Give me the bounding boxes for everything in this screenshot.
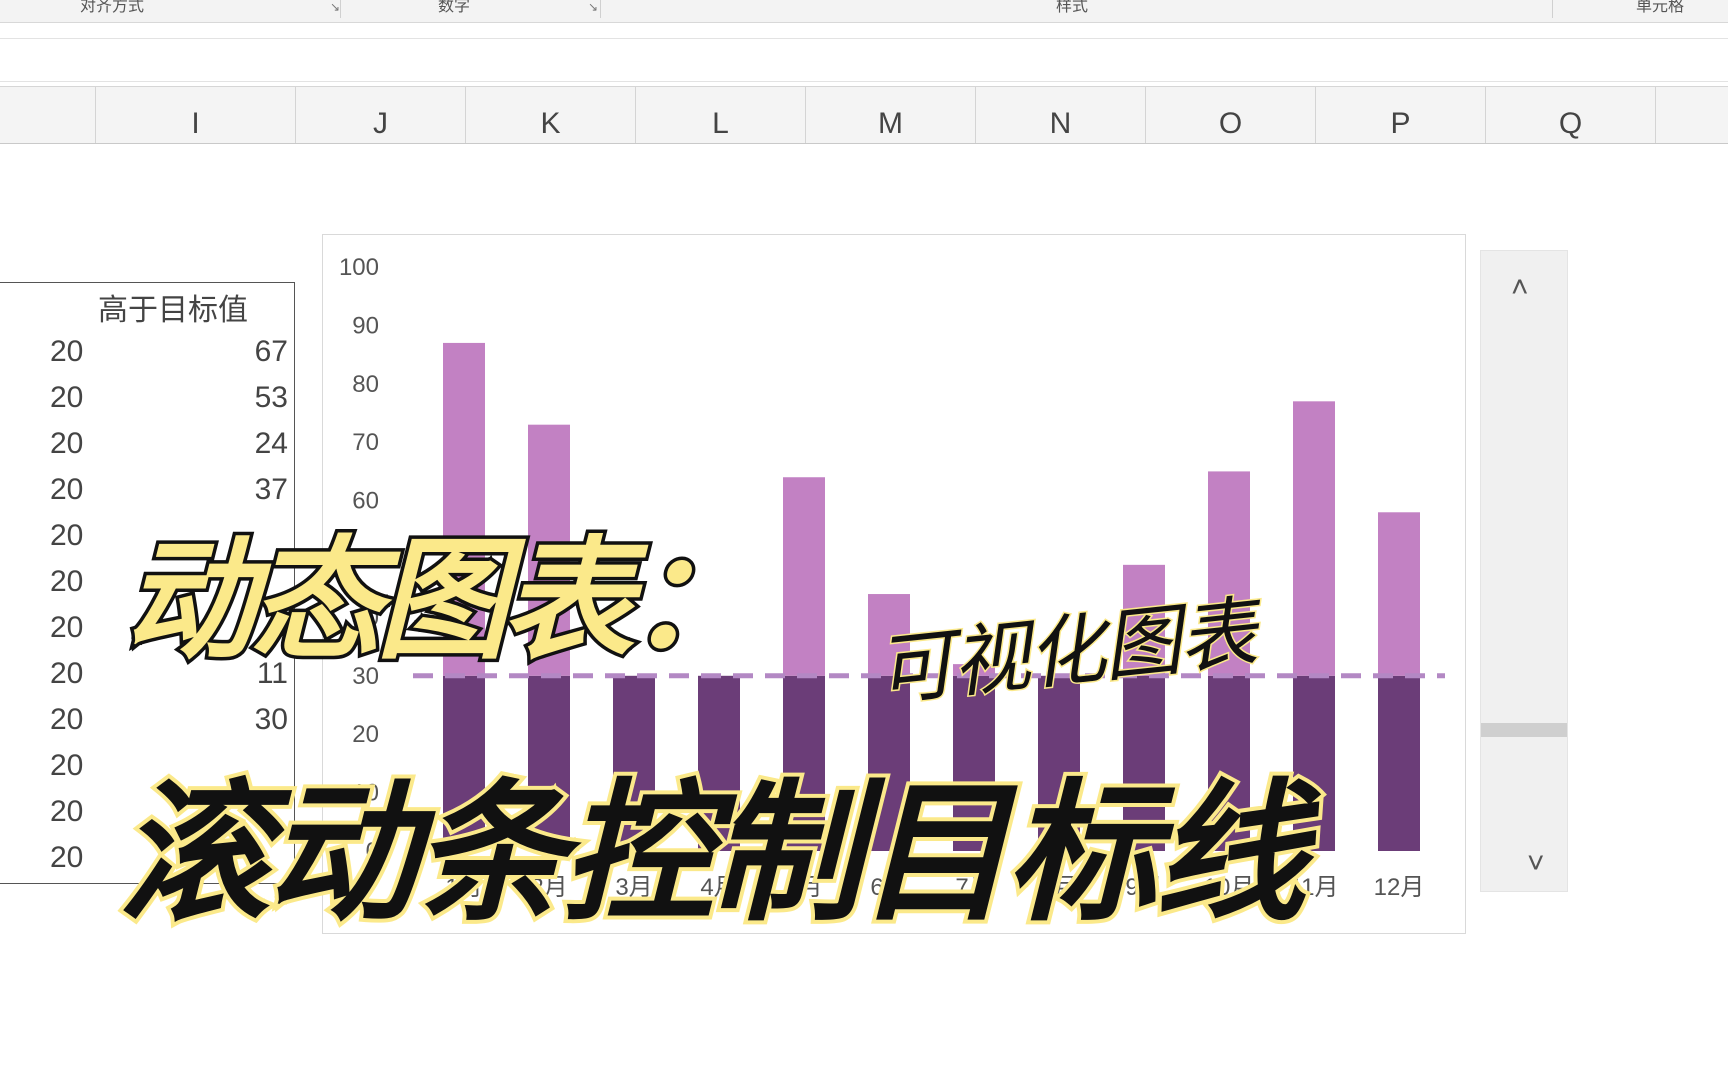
column-header-o[interactable]: O	[1146, 87, 1316, 143]
scroll-down-arrow-icon[interactable]: ˅	[1527, 847, 1545, 881]
y-tick-label: 100	[339, 254, 379, 281]
bar-below-target	[1378, 675, 1420, 851]
column-header-j[interactable]: J	[296, 87, 466, 143]
table-cell-target: 20	[50, 795, 84, 828]
ribbon-group-label: 对齐方式	[80, 0, 145, 15]
table-cell-above-target: 67	[254, 335, 288, 368]
bar-above-target	[1293, 401, 1335, 676]
ribbon-separator	[340, 0, 341, 18]
ribbon-separator	[600, 0, 601, 18]
ribbon-group-label: 数字	[438, 0, 471, 15]
ribbon-separator	[1552, 0, 1553, 18]
column-header-partial[interactable]	[0, 87, 96, 143]
table-cell-above-target: 24	[254, 427, 288, 460]
dialog-launcher-icon[interactable]: ↘	[588, 0, 598, 14]
target-scrollbar[interactable]: ˄ ˅	[1480, 250, 1568, 892]
table-cell-target: 20	[50, 335, 84, 368]
table-cell-above-target: 53	[254, 381, 288, 414]
table-header-above-target: 高于目标值	[98, 294, 248, 327]
scroll-up-arrow-icon[interactable]: ˄	[1511, 271, 1529, 305]
table-cell-target: 20	[50, 565, 84, 598]
y-tick-label: 80	[352, 371, 379, 398]
dialog-launcher-icon[interactable]: ↘	[330, 0, 340, 14]
table-cell-target: 20	[50, 749, 84, 782]
column-header-n[interactable]: N	[976, 87, 1146, 143]
column-header-i[interactable]: I	[96, 87, 296, 143]
table-cell-target: 20	[50, 473, 84, 506]
scrollbar-thumb[interactable]	[1481, 723, 1567, 737]
table-cell-target: 20	[50, 611, 84, 644]
ribbon: ↘ ↘ 对齐方式 数字 样式 单元格	[0, 0, 1728, 23]
y-tick-label: 70	[352, 429, 379, 456]
table-cell-target: 20	[50, 427, 84, 460]
x-tick-label: 12月	[1374, 874, 1425, 901]
column-header-bar: IJKLMNOPQ	[0, 86, 1728, 144]
table-cell-target: 20	[50, 657, 84, 690]
bar-above-target	[783, 477, 825, 676]
column-header-m[interactable]: M	[806, 87, 976, 143]
column-header-p[interactable]: P	[1316, 87, 1486, 143]
formula-bar[interactable]	[0, 38, 1728, 82]
table-cell-target: 20	[50, 841, 84, 874]
column-header-q[interactable]: Q	[1486, 87, 1656, 143]
bar-above-target	[1378, 512, 1420, 676]
column-header-k[interactable]: K	[466, 87, 636, 143]
table-cell-target: 20	[50, 519, 84, 552]
ribbon-group-label: 单元格	[1636, 0, 1685, 15]
y-tick-label: 90	[352, 312, 379, 339]
overlay-title-line2: 滚动条控制目标线	[114, 761, 1310, 946]
table-cell-target: 20	[50, 381, 84, 414]
ribbon-group-label: 样式	[1056, 0, 1089, 15]
column-header-l[interactable]: L	[636, 87, 806, 143]
overlay-title-line1: 动态图表：	[121, 521, 764, 682]
table-cell-target: 20	[50, 703, 84, 736]
